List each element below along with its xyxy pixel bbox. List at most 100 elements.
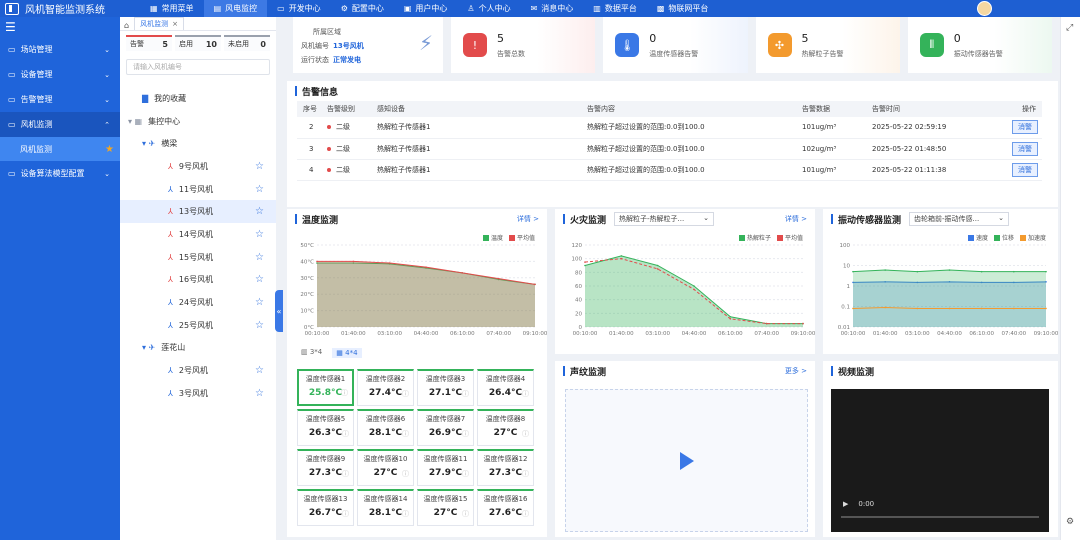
close-icon[interactable]: × bbox=[172, 20, 178, 28]
audio-player[interactable] bbox=[565, 389, 808, 532]
stat-badge[interactable]: 未启用 0 bbox=[224, 35, 270, 51]
star-outline-icon[interactable]: ☆ bbox=[255, 252, 264, 263]
topnav-item[interactable]: ▤ 风电监控 bbox=[203, 0, 268, 17]
temperature-detail-link[interactable]: 详情 > bbox=[517, 214, 539, 224]
sound-more-link[interactable]: 更多 > bbox=[785, 366, 807, 376]
layout-3x4-option[interactable]: ▥ 3*4 bbox=[301, 348, 322, 358]
topnav-item[interactable]: ▭ 开发中心 bbox=[267, 0, 331, 17]
fire-detail-link[interactable]: 详情 > bbox=[785, 214, 807, 224]
sidebar-item[interactable]: ▭ 设备算法模型配置 ⌄ bbox=[0, 161, 120, 186]
summary-card[interactable]: 🌡 0 温度传感器告警 bbox=[603, 17, 748, 73]
fire-sensor-select[interactable]: 热解粒子-热解粒子... ⌄ bbox=[614, 212, 715, 226]
tree-node-turbine[interactable]: ⅄ 2号风机 ☆ bbox=[120, 359, 276, 382]
star-outline-icon[interactable]: ☆ bbox=[255, 206, 264, 217]
play-icon[interactable] bbox=[680, 452, 694, 470]
stat-badge[interactable]: 启用 10 bbox=[175, 35, 221, 51]
info-icon[interactable]: ⓘ bbox=[462, 429, 469, 439]
menu-toggle-icon[interactable]: ☰ bbox=[0, 17, 120, 37]
sensor-card[interactable]: 温度传感器2 27.4°C ⓘ bbox=[357, 369, 414, 406]
info-icon[interactable]: ⓘ bbox=[342, 429, 349, 439]
home-icon[interactable]: ⌂ bbox=[124, 21, 129, 30]
vibration-sensor-select[interactable]: 齿轮箱前-振动传感... ⌄ bbox=[909, 212, 1010, 226]
fullscreen-icon[interactable]: ⤢ bbox=[1066, 23, 1073, 33]
sensor-card[interactable]: 温度传感器14 28.1°C ⓘ bbox=[357, 489, 414, 526]
star-outline-icon[interactable]: ☆ bbox=[255, 161, 264, 172]
star-outline-icon[interactable]: ☆ bbox=[255, 388, 264, 399]
summary-card[interactable]: ✣ 5 热解粒子告警 bbox=[755, 17, 900, 73]
info-icon[interactable]: ⓘ bbox=[522, 429, 529, 439]
star-icon[interactable]: ★ bbox=[105, 144, 114, 155]
sensor-card[interactable]: 温度传感器10 27°C ⓘ bbox=[357, 449, 414, 486]
sensor-card[interactable]: 温度传感器12 27.3°C ⓘ bbox=[477, 449, 534, 486]
star-outline-icon[interactable]: ☆ bbox=[255, 365, 264, 376]
sensor-card[interactable]: 温度传感器5 26.3°C ⓘ bbox=[297, 409, 354, 446]
tree-node-turbine[interactable]: ⅄ 14号风机 ☆ bbox=[120, 223, 276, 246]
clear-alarm-button[interactable]: 消警 bbox=[1012, 162, 1038, 177]
layout-4x4-option[interactable]: ▦ 4*4 bbox=[332, 348, 362, 358]
star-outline-icon[interactable]: ☆ bbox=[255, 320, 264, 331]
topnav-item[interactable]: ✉ 消息中心 bbox=[521, 0, 584, 17]
tree-node-turbine[interactable]: ⅄ 3号风机 ☆ bbox=[120, 382, 276, 405]
clear-alarm-button[interactable]: 消警 bbox=[1012, 141, 1038, 156]
tree-node-favorites[interactable]: ▇ 我的收藏 bbox=[120, 87, 276, 110]
sensor-card[interactable]: 温度传感器7 26.9°C ⓘ bbox=[417, 409, 474, 446]
topnav-item[interactable]: ▣ 用户中心 bbox=[394, 0, 458, 17]
sensor-card[interactable]: 温度传感器16 27.6°C ⓘ bbox=[477, 489, 534, 526]
info-icon[interactable]: ⓘ bbox=[462, 509, 469, 519]
info-icon[interactable]: ⓘ bbox=[341, 388, 348, 398]
sidebar-item[interactable]: ▭ 风机监测 ⌃ bbox=[0, 112, 120, 137]
star-outline-icon[interactable]: ☆ bbox=[255, 229, 264, 240]
tree-node-turbine[interactable]: ⅄ 13号风机 ☆ bbox=[120, 200, 276, 224]
topnav-item[interactable]: ♙ 个人中心 bbox=[457, 0, 520, 17]
sensor-card[interactable]: 温度传感器11 27.9°C ⓘ bbox=[417, 449, 474, 486]
tree-node-turbine[interactable]: ⅄ 15号风机 ☆ bbox=[120, 246, 276, 269]
stat-badge[interactable]: 告警 5 bbox=[126, 35, 172, 51]
info-icon[interactable]: ⓘ bbox=[522, 469, 529, 479]
tree-node-group[interactable]: ▾ ✈ 横梁 bbox=[120, 132, 276, 155]
info-icon[interactable]: ⓘ bbox=[462, 469, 469, 479]
info-icon[interactable]: ⓘ bbox=[522, 509, 529, 519]
video-player[interactable]: ▶ 0:00 bbox=[831, 389, 1049, 532]
topnav-item[interactable]: ▦ 常用菜单 bbox=[140, 0, 204, 17]
topnav-item[interactable]: ▩ 物联网平台 bbox=[647, 0, 719, 17]
sensor-card[interactable]: 温度传感器9 27.3°C ⓘ bbox=[297, 449, 354, 486]
tree-node-turbine[interactable]: ⅄ 16号风机 ☆ bbox=[120, 269, 276, 292]
tree-node-turbine[interactable]: ⅄ 24号风机 ☆ bbox=[120, 291, 276, 314]
info-icon[interactable]: ⓘ bbox=[522, 389, 529, 399]
topnav-item[interactable]: ⚙ 配置中心 bbox=[331, 0, 394, 17]
info-icon[interactable]: ⓘ bbox=[462, 389, 469, 399]
play-icon[interactable]: ▶ bbox=[843, 500, 848, 508]
sidebar-item[interactable]: ▭ 告警管理 ⌄ bbox=[0, 87, 120, 112]
info-icon[interactable]: ⓘ bbox=[402, 429, 409, 439]
video-progress-bar[interactable] bbox=[841, 516, 1039, 518]
info-icon[interactable]: ⓘ bbox=[342, 509, 349, 519]
sidebar-item[interactable]: ▭ 场站管理 ⌄ bbox=[0, 37, 120, 62]
avatar[interactable] bbox=[977, 1, 992, 16]
gear-icon[interactable]: ⚙ bbox=[1066, 517, 1074, 527]
info-icon[interactable]: ⓘ bbox=[402, 389, 409, 399]
info-icon[interactable]: ⓘ bbox=[342, 469, 349, 479]
tree-node-group[interactable]: ▾ ✈ 莲花山 bbox=[120, 337, 276, 360]
sidebar-item[interactable]: ▭ 设备管理 ⌄ bbox=[0, 62, 120, 87]
sensor-card[interactable]: 温度传感器4 26.4°C ⓘ bbox=[477, 369, 534, 406]
tab-turbine-monitor[interactable]: 风机监测 × bbox=[134, 17, 184, 30]
sensor-card[interactable]: 温度传感器15 27°C ⓘ bbox=[417, 489, 474, 526]
tree-node-root[interactable]: ▾ ▦ 集控中心 bbox=[120, 110, 276, 133]
turbine-search-input[interactable]: 请输入风机编号 bbox=[126, 59, 270, 75]
summary-card[interactable]: ⦀ 0 振动传感器告警 bbox=[907, 17, 1052, 73]
star-outline-icon[interactable]: ☆ bbox=[255, 274, 264, 285]
collapse-panel-button[interactable]: « bbox=[275, 290, 283, 332]
sensor-card[interactable]: 温度传感器1 25.8°C ⓘ bbox=[297, 369, 354, 406]
tree-node-turbine[interactable]: ⅄ 9号风机 ☆ bbox=[120, 155, 276, 178]
sensor-card[interactable]: 温度传感器6 28.1°C ⓘ bbox=[357, 409, 414, 446]
info-icon[interactable]: ⓘ bbox=[402, 469, 409, 479]
topnav-item[interactable]: ▥ 数据平台 bbox=[583, 0, 647, 17]
sensor-card[interactable]: 温度传感器3 27.1°C ⓘ bbox=[417, 369, 474, 406]
tree-node-turbine[interactable]: ⅄ 25号风机 ☆ bbox=[120, 314, 276, 337]
star-outline-icon[interactable]: ☆ bbox=[255, 297, 264, 308]
sensor-card[interactable]: 温度传感器13 26.7°C ⓘ bbox=[297, 489, 354, 526]
clear-alarm-button[interactable]: 消警 bbox=[1012, 120, 1038, 135]
tree-node-turbine[interactable]: ⅄ 11号风机 ☆ bbox=[120, 178, 276, 201]
info-icon[interactable]: ⓘ bbox=[402, 509, 409, 519]
star-outline-icon[interactable]: ☆ bbox=[255, 184, 264, 195]
